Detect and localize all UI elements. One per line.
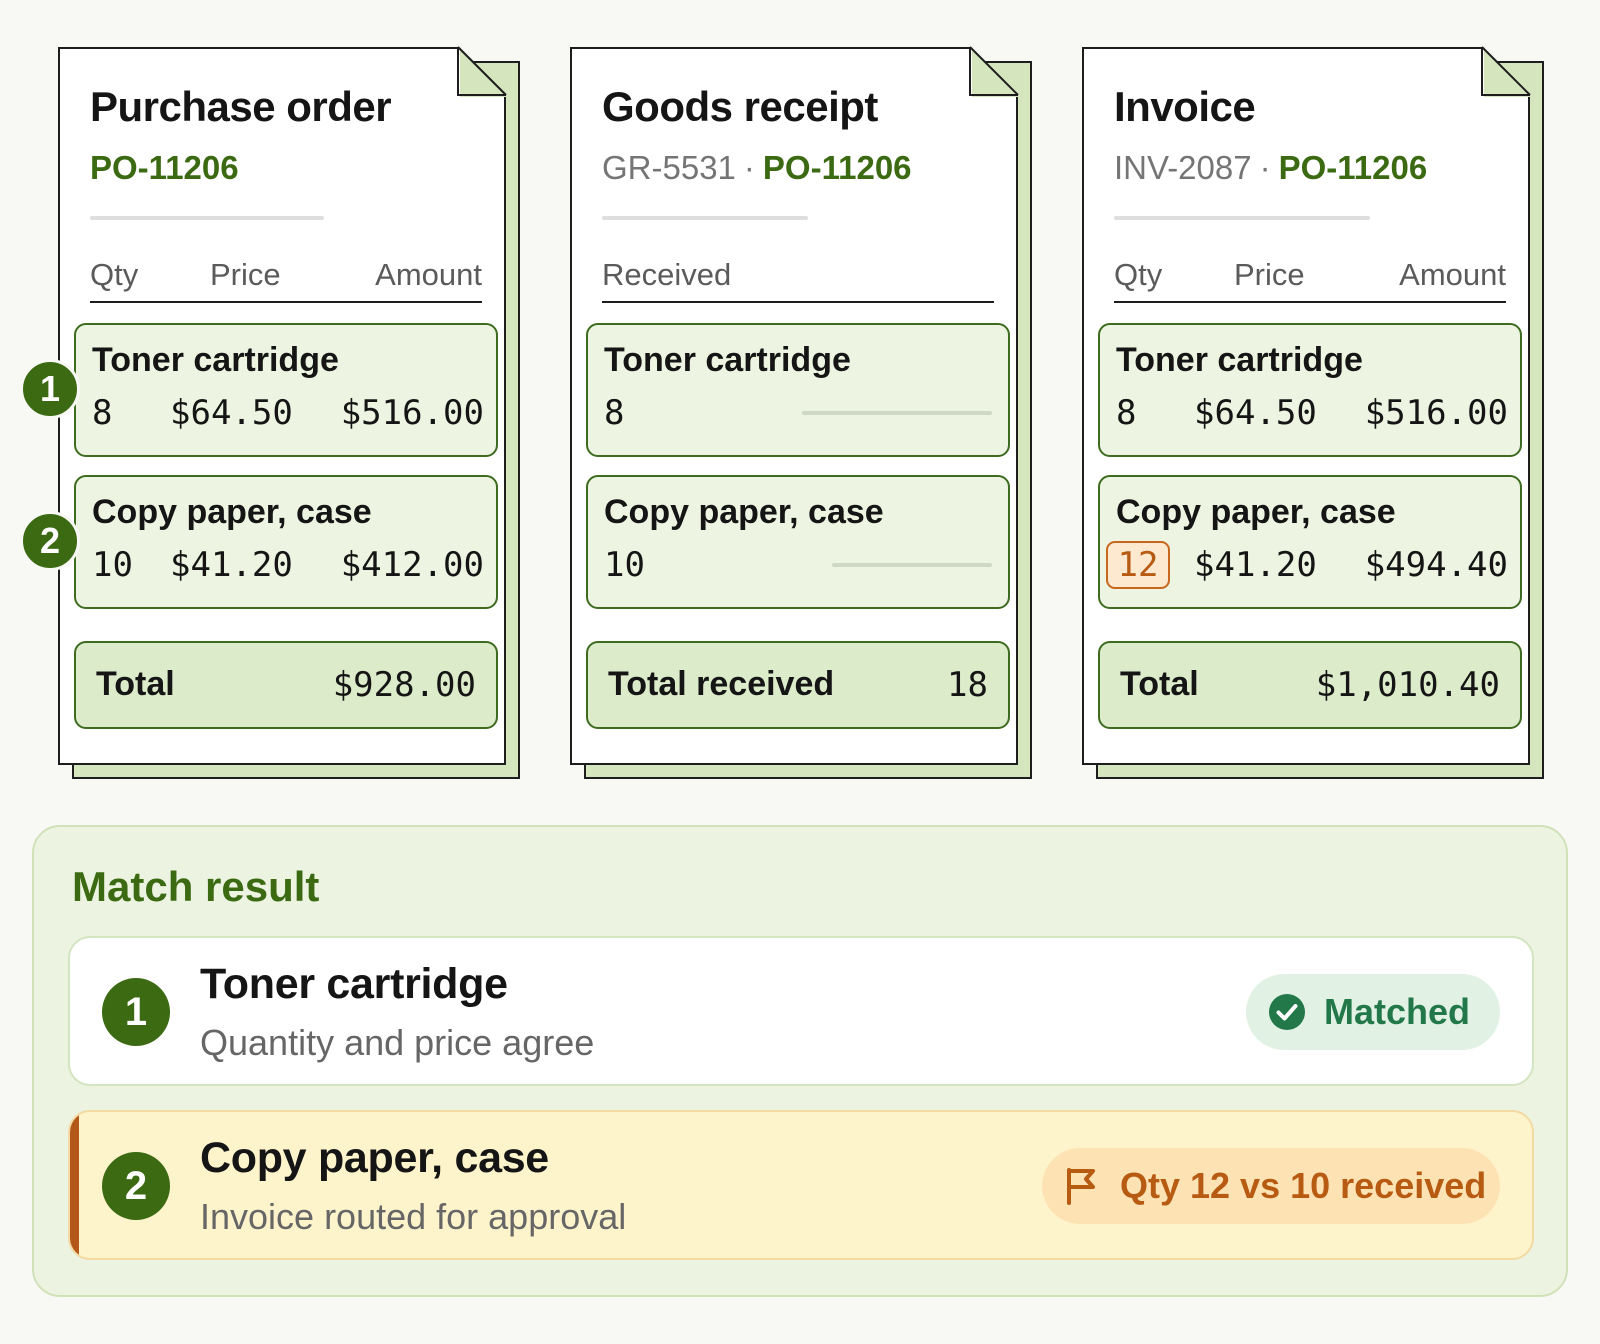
column-header-amount: Amount — [1399, 257, 1506, 292]
check-circle-icon — [1269, 994, 1305, 1030]
document-reference: PO-11206 — [90, 149, 239, 187]
line-item-name: Copy paper, case — [604, 493, 884, 531]
total-row: Total $1,010.40 — [1098, 641, 1522, 729]
line-item-price: $64.50 — [1194, 393, 1317, 433]
column-header-qty: Qty — [1114, 257, 1163, 292]
match-row: 2 Copy paper, case Invoice routed for ap… — [68, 1110, 1534, 1260]
empty-field-line — [832, 563, 992, 567]
empty-field-line — [802, 411, 992, 415]
match-row-description: Quantity and price agree — [200, 1022, 595, 1063]
line-item-name: Toner cartridge — [92, 341, 339, 379]
line-item-qty: 8 — [604, 393, 625, 433]
line-item-qty: 8 — [1116, 393, 1137, 433]
panel-title: Match result — [72, 863, 320, 910]
line-marker-1: 1 — [20, 359, 80, 419]
match-row-name: Copy paper, case — [200, 1134, 549, 1182]
po-reference: PO-11206 — [1278, 149, 1428, 186]
separator: · — [1259, 149, 1271, 186]
line-item-values: $41.20 $494.40 — [1116, 545, 1508, 589]
line-item: Toner cartridge 8 $64.50 $516.00 — [74, 323, 498, 457]
flag-icon — [1067, 1168, 1095, 1205]
line-item-amount: $494.40 — [1364, 545, 1508, 585]
line-item-qty: 10 — [92, 545, 133, 585]
line-item-values: 8 $64.50 $516.00 — [92, 393, 484, 437]
total-value: $928.00 — [332, 665, 476, 705]
status-text: Matched — [1324, 991, 1471, 1032]
column-header-amount: Amount — [375, 257, 482, 292]
column-header-price: Price — [210, 257, 281, 292]
status-badge-exception: Qty 12 vs 10 received — [1042, 1148, 1500, 1224]
page-fold-icon — [1481, 46, 1531, 96]
status-badge-matched: Matched — [1246, 974, 1500, 1050]
line-item-name: Copy paper, case — [1116, 493, 1396, 531]
divider — [90, 216, 324, 220]
column-headers: Qty Price Amount — [90, 257, 482, 303]
total-value: 18 — [947, 665, 988, 705]
divider — [602, 216, 808, 220]
line-item-amount: $516.00 — [1364, 393, 1508, 433]
line-item-values: 10 $41.20 $412.00 — [92, 545, 484, 589]
document-reference: GR-5531 · PO-11206 — [602, 149, 912, 187]
column-header-price: Price — [1234, 257, 1305, 292]
line-item: Copy paper, case 10 $41.20 $412.00 — [74, 475, 498, 609]
line-marker-2: 2 — [20, 511, 80, 571]
po-reference: PO-11206 — [90, 149, 239, 186]
column-headers: Received — [602, 257, 994, 303]
page-fold-icon — [969, 46, 1019, 96]
line-item-qty: 8 — [92, 393, 113, 433]
purchase-order-document: Purchase order PO-11206 Qty Price Amount… — [20, 46, 520, 779]
total-label: Total — [1120, 665, 1199, 703]
line-item-price: $41.20 — [170, 545, 293, 585]
match-row-name: Toner cartridge — [200, 960, 508, 1008]
total-row: Total received 18 — [586, 641, 1010, 729]
line-item-amount: $412.00 — [340, 545, 484, 585]
column-header-received: Received — [602, 257, 732, 292]
match-result-panel: Match result 1 Toner cartridge Quantity … — [32, 825, 1568, 1297]
match-row-number: 2 — [102, 1152, 170, 1220]
invoice-document: Invoice INV-2087 · PO-11206 Qty Price Amou… — [1082, 46, 1544, 779]
line-item-values: 8 — [604, 393, 996, 437]
document-title: Goods receipt — [602, 83, 878, 130]
line-item-name: Copy paper, case — [92, 493, 372, 531]
goods-receipt-document: Goods receipt GR-5531 · PO-11206 Received … — [570, 46, 1032, 779]
po-reference: PO-11206 — [762, 149, 912, 186]
line-item-name: Toner cartridge — [1116, 341, 1363, 379]
line-item-price: $64.50 — [170, 393, 293, 433]
column-header-qty: Qty — [90, 257, 139, 292]
page-fold-icon — [457, 46, 507, 96]
line-item-values: 8 $64.50 $516.00 — [1116, 393, 1508, 437]
match-row: 1 Toner cartridge Quantity and price agr… — [68, 936, 1534, 1086]
line-item-values: 10 — [604, 545, 996, 589]
match-row-description: Invoice routed for approval — [200, 1196, 627, 1237]
line-item: Toner cartridge 8 — [586, 323, 1010, 457]
divider — [1114, 216, 1370, 220]
document-id: INV-2087 — [1114, 149, 1252, 186]
document-id: GR-5531 — [602, 149, 736, 186]
line-item: Copy paper, case 10 — [586, 475, 1010, 609]
status-text: Qty 12 vs 10 received — [1120, 1165, 1487, 1206]
line-item-price: $41.20 — [1194, 545, 1317, 585]
document-title: Purchase order — [90, 83, 392, 130]
total-row: Total $928.00 — [74, 641, 498, 729]
document-title: Invoice — [1114, 83, 1256, 130]
line-item-qty: 10 — [604, 545, 645, 585]
document-reference: INV-2087 · PO-11206 — [1114, 149, 1427, 187]
warning-accent — [70, 1112, 79, 1258]
line-item: Toner cartridge 8 $64.50 $516.00 — [1098, 323, 1522, 457]
total-value: $1,010.40 — [1315, 665, 1500, 705]
total-label: Total — [96, 665, 175, 703]
line-item-name: Toner cartridge — [604, 341, 851, 379]
line-item-amount: $516.00 — [340, 393, 484, 433]
column-headers: Qty Price Amount — [1114, 257, 1506, 303]
line-item: Copy paper, case 12 $41.20 $494.40 — [1098, 475, 1522, 609]
match-row-number: 1 — [102, 978, 170, 1046]
separator: · — [743, 149, 755, 186]
total-label: Total received — [608, 665, 835, 703]
